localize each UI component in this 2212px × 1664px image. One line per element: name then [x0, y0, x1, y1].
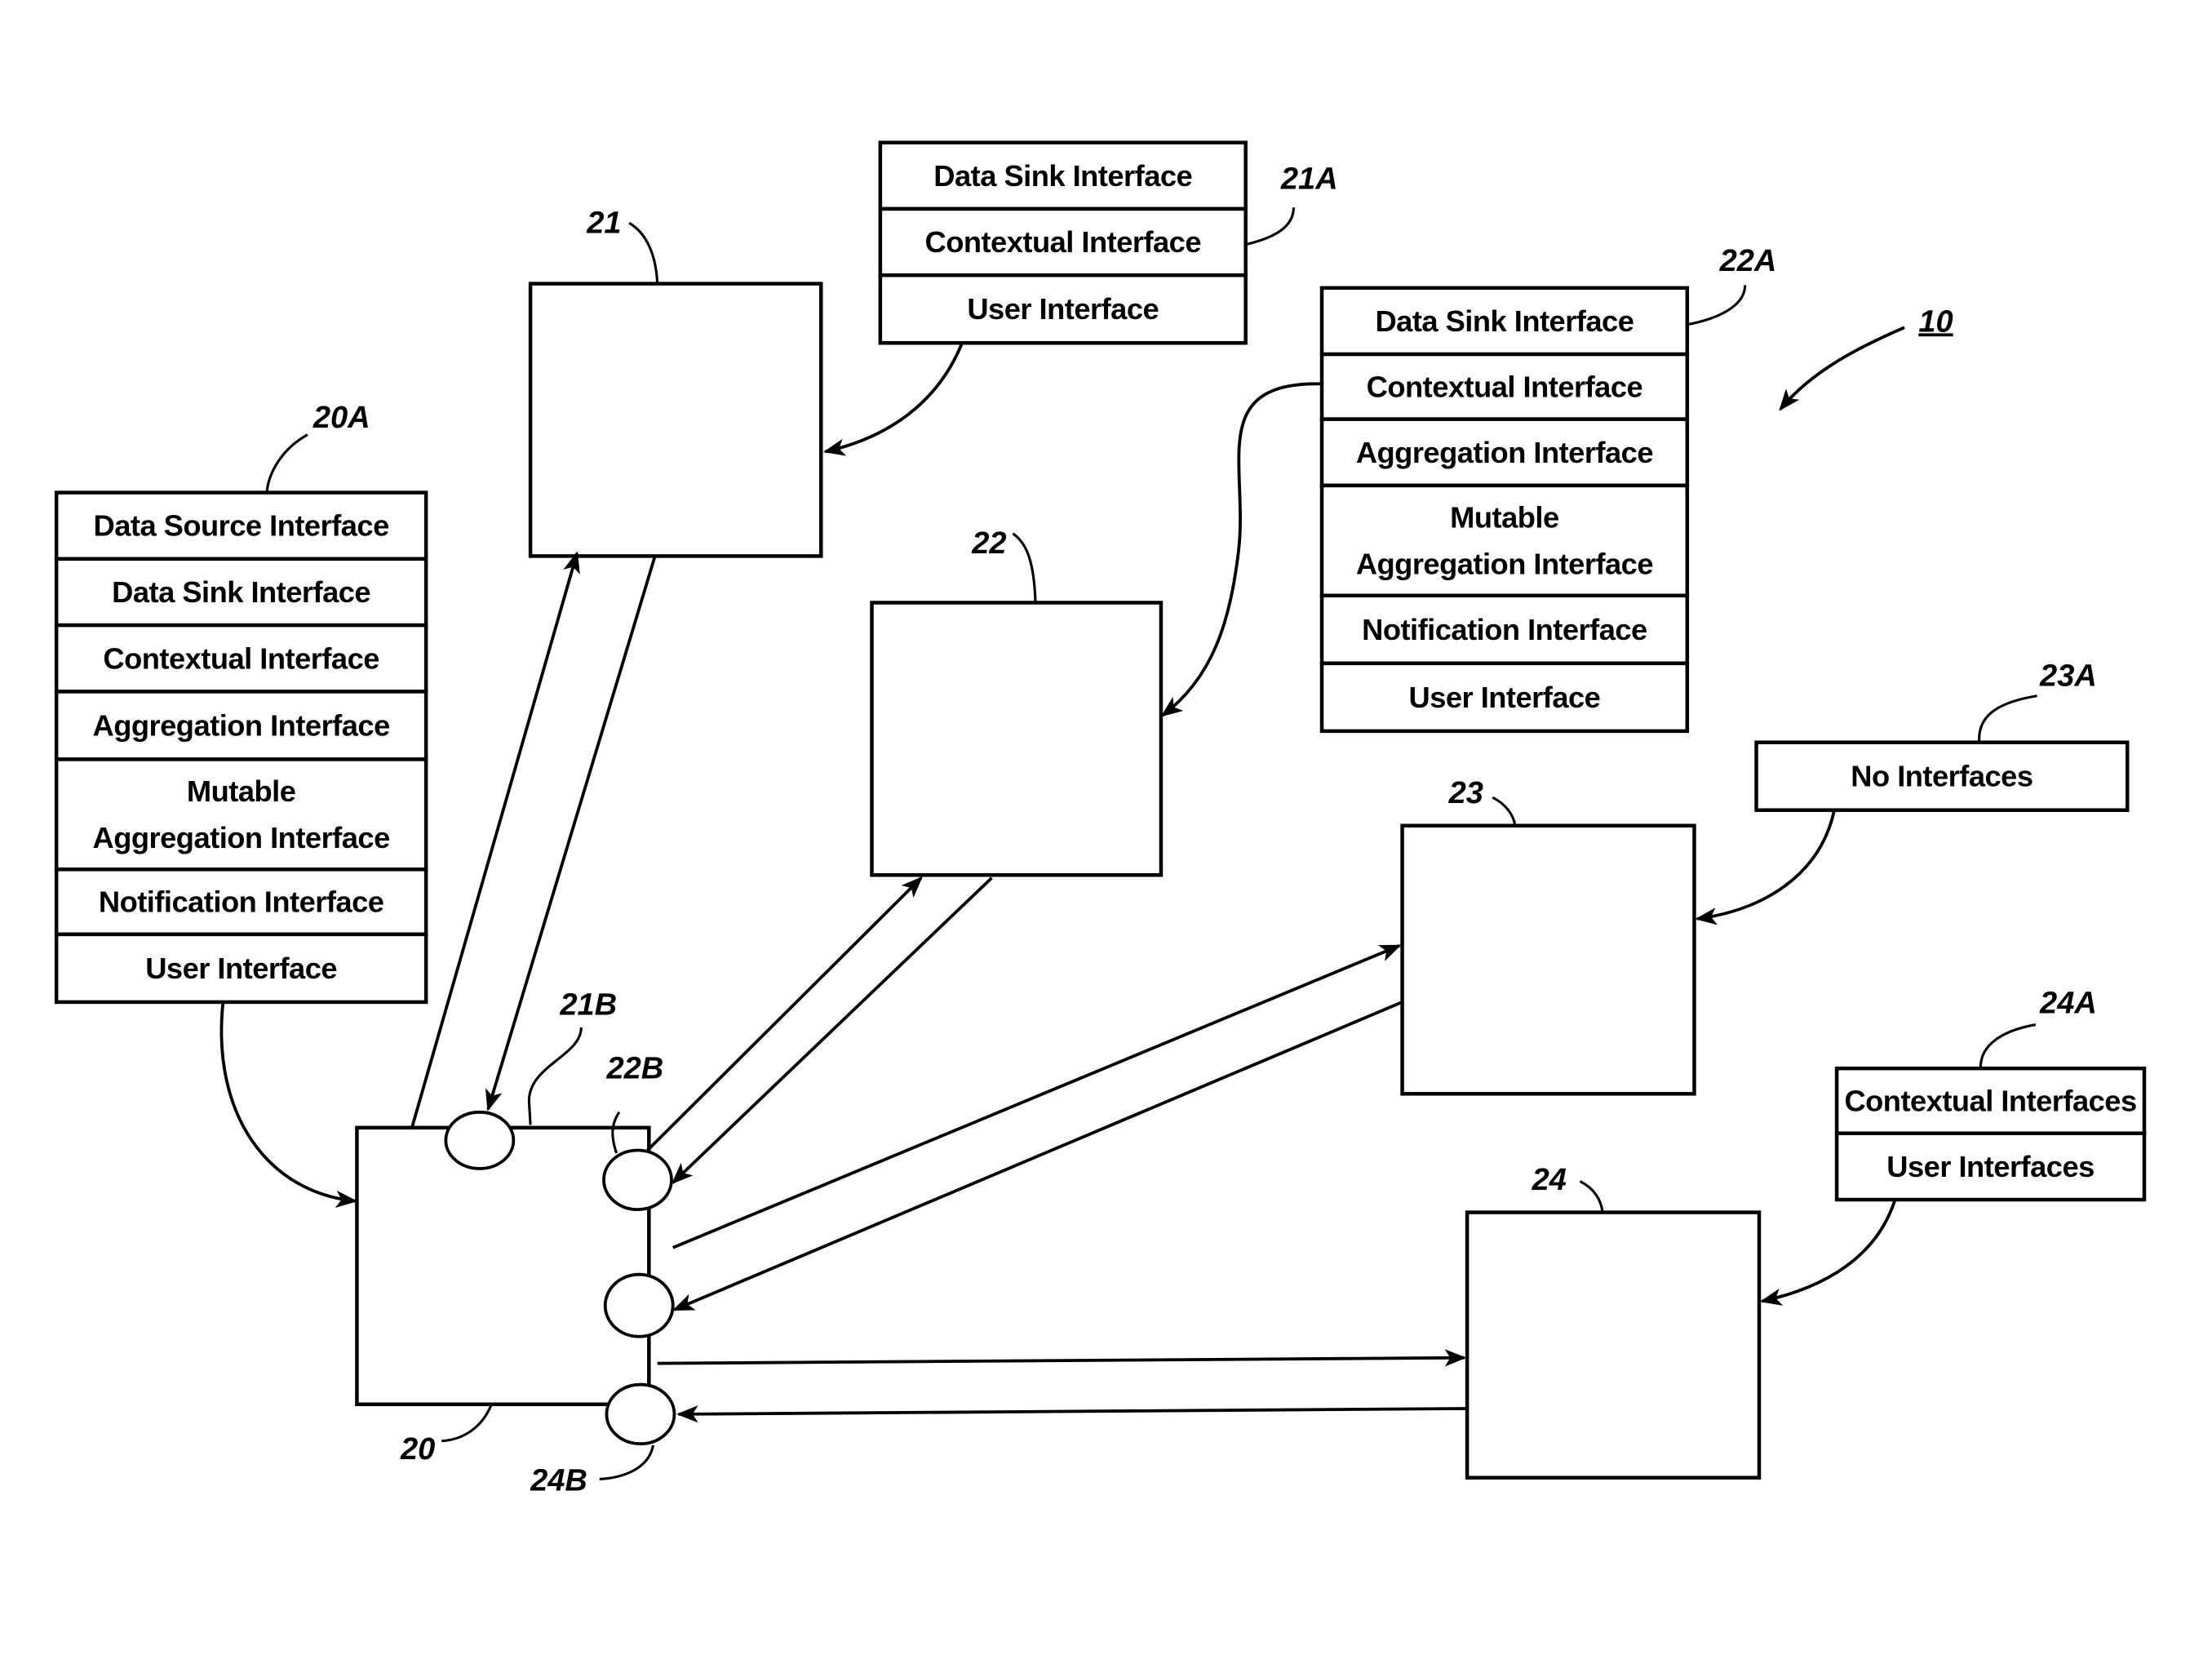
- interface-table-20a: Data Source Interface Data Sink Interface…: [54, 490, 428, 1005]
- component-24-box: [1465, 1210, 1762, 1480]
- table-row-label: Data Sink Interface: [112, 575, 370, 609]
- link-21-to-20: [485, 557, 657, 1112]
- system-diagram: 10 20 21 22 23 24 21B 22B 24B 20A 21A 22…: [54, 140, 2147, 1498]
- port-24b-ref: 24B: [530, 1463, 587, 1498]
- table-row-label: Mutable: [187, 774, 295, 808]
- component-21-box: [528, 282, 823, 558]
- arrow-23a-to-23: [1695, 811, 1836, 925]
- link-20-to-24: [657, 1349, 1467, 1367]
- leader-21a: [1247, 207, 1296, 246]
- leader-22: [1012, 532, 1037, 603]
- link-23-to-20: [672, 1001, 1403, 1311]
- patent-figure: 10 20 21 22 23 24 21B 22B 24B 20A 21A 22…: [0, 0, 2212, 1664]
- port-21b-ref: 21B: [559, 987, 617, 1022]
- component-24-ref: 24: [1532, 1163, 1567, 1197]
- interface-table-24a: Contextual Interfaces User Interfaces: [1834, 1066, 2147, 1202]
- leader-23: [1492, 796, 1517, 827]
- table-row-label: Data Sink Interface: [933, 159, 1192, 193]
- leader-20: [441, 1404, 493, 1443]
- component-22-box: [870, 601, 1164, 877]
- arrow-22a-to-22: [1160, 382, 1323, 717]
- arrow-20a-to-20: [219, 1003, 358, 1209]
- table-24a-ref: 24A: [2039, 987, 2097, 1021]
- table-row-label: Contextual Interface: [925, 225, 1202, 259]
- leader-22a: [1687, 285, 1747, 326]
- table-22a-ref: 22A: [1719, 244, 1777, 278]
- interface-table-21a: Data Sink Interface Contextual Interface U…: [878, 140, 1248, 345]
- component-23-ref: 23: [1448, 776, 1483, 810]
- leader-20a: [265, 433, 308, 495]
- table-row-label: User Interfaces: [1886, 1150, 2094, 1183]
- table-row-label: User Interface: [145, 952, 337, 985]
- table-row-label: Contextual Interface: [103, 641, 379, 675]
- system-ref-label: 10: [1918, 304, 1953, 339]
- table-row-label: User Interface: [1409, 681, 1601, 714]
- arrow-21a-to-21: [822, 342, 964, 456]
- leader-24: [1579, 1180, 1604, 1213]
- table-row-label: Data Sink Interface: [1375, 304, 1634, 338]
- link-20-to-23: [672, 943, 1402, 1249]
- table-row-label: Mutable: [1450, 500, 1558, 534]
- table-row-label: Data Source Interface: [94, 509, 389, 543]
- leader-24a: [1979, 1023, 2037, 1067]
- table-23a-ref: 23A: [2039, 659, 2097, 693]
- link-20-to-21: [410, 551, 580, 1129]
- interface-table-22a: Data Sink Interface Contextual Interface A…: [1319, 286, 1690, 734]
- port-24b: [605, 1382, 676, 1446]
- table-row-label: Aggregation Interface: [93, 708, 390, 742]
- interface-table-23a: No Interfaces: [1754, 740, 2130, 812]
- arrow-24a-to-24: [1759, 1200, 1896, 1306]
- table-row-label: No Interfaces: [1851, 760, 2032, 793]
- system-10-pointer-arrow: [1779, 326, 1905, 411]
- component-22-ref: 22: [971, 526, 1006, 561]
- link-22-to-20: [671, 876, 993, 1185]
- leader-24b: [599, 1444, 655, 1480]
- table-row-label: Aggregation Interface: [1356, 436, 1653, 469]
- component-21-ref: 21: [586, 206, 621, 240]
- link-24-to-20: [676, 1405, 1468, 1423]
- leader-21: [628, 221, 659, 284]
- table-row-label: Contextual Interfaces: [1844, 1084, 2136, 1117]
- port-22b: [602, 1148, 673, 1212]
- table-21a-ref: 21A: [1280, 162, 1338, 197]
- port-21b: [444, 1110, 516, 1170]
- port-22b-ref: 22B: [605, 1051, 663, 1085]
- table-row-label: Aggregation Interface: [1356, 547, 1653, 580]
- leader-21b: [527, 1027, 583, 1125]
- table-row-label: Notification Interface: [99, 885, 384, 919]
- table-row-label: User Interface: [967, 292, 1159, 326]
- table-row-label: Aggregation Interface: [93, 821, 390, 854]
- leader-23a: [1978, 694, 2037, 742]
- component-20-ref: 20: [400, 1432, 435, 1467]
- table-row-label: Contextual Interface: [1367, 370, 1643, 403]
- table-20a-ref: 20A: [313, 401, 370, 435]
- table-row-label: Notification Interface: [1362, 613, 1647, 646]
- link-20-to-22: [646, 876, 923, 1151]
- port-23b: [603, 1272, 675, 1338]
- component-23-box: [1400, 823, 1696, 1096]
